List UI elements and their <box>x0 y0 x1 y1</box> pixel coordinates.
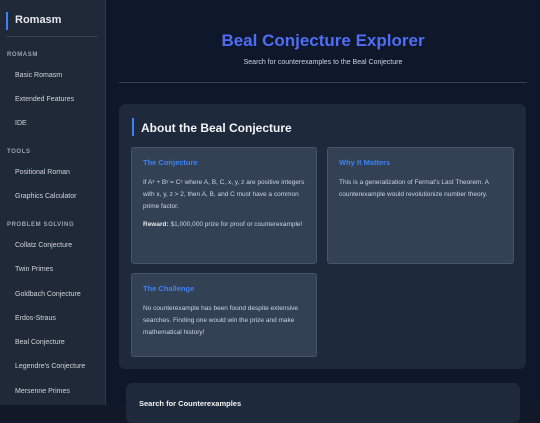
page-subtitle: Search for counterexamples to the Beal C… <box>243 59 403 66</box>
sidebar-item-extended-features[interactable]: Extended Features <box>15 96 74 103</box>
section-label-tools: TOOLS <box>7 149 31 155</box>
about-accent-bar <box>132 118 134 136</box>
why-card: Why It Matters This is a generalization … <box>327 147 514 264</box>
conjecture-title: The Conjecture <box>143 158 198 167</box>
sidebar-item-collatz[interactable]: Collatz Conjecture <box>15 242 72 249</box>
sidebar: Romasm ROMASM Basic Romasm Extended Feat… <box>0 0 106 405</box>
sidebar-item-ide[interactable]: IDE <box>15 120 27 127</box>
challenge-text: No counterexample has been found despite… <box>143 305 299 336</box>
sidebar-item-goldbach[interactable]: Goldbach Conjecture <box>15 291 81 298</box>
sidebar-item-erdos-straus[interactable]: Erdos-Straus <box>15 315 56 322</box>
reward-text: $1,000,000 prize for proof or counterexa… <box>168 221 303 228</box>
why-text: This is a generalization of Fermat's Las… <box>339 179 489 198</box>
sidebar-item-positional-roman[interactable]: Positional Roman <box>15 169 70 176</box>
sidebar-item-basic-romasm[interactable]: Basic Romasm <box>15 72 62 79</box>
conjecture-text: If Aˣ + Bʸ = Cᶻ where A, B, C, x, y, z a… <box>143 179 305 210</box>
sidebar-item-beal[interactable]: Beal Conjecture <box>15 339 65 346</box>
header-divider <box>119 82 527 83</box>
sidebar-brand[interactable]: Romasm <box>6 12 98 37</box>
sidebar-item-twin-primes[interactable]: Twin Primes <box>15 266 53 273</box>
sidebar-item-legendre[interactable]: Legendre's Conjecture <box>15 363 85 370</box>
search-title: Search for Counterexamples <box>139 399 242 408</box>
section-label-romasm: ROMASM <box>7 52 38 58</box>
reward-label: Reward: <box>143 221 169 228</box>
about-card: About the Beal Conjecture The Conjecture… <box>119 104 526 369</box>
why-title: Why It Matters <box>339 158 391 167</box>
conjecture-card: The Conjecture If Aˣ + Bʸ = Cᶻ where A, … <box>131 147 317 264</box>
about-title: About the Beal Conjecture <box>141 121 292 135</box>
page-title: Beal Conjecture Explorer <box>221 31 425 50</box>
challenge-title: The Challenge <box>143 284 195 293</box>
section-label-problem-solving: PROBLEM SOLVING <box>7 222 75 228</box>
search-card: Search for Counterexamples <box>126 383 520 423</box>
reward-line: Reward: $1,000,000 prize for proof or co… <box>143 219 305 231</box>
sidebar-item-mersenne[interactable]: Mersenne Primes <box>15 388 70 395</box>
challenge-card: The Challenge No counterexample has been… <box>131 273 317 357</box>
main-content: Beal Conjecture Explorer Search for coun… <box>106 0 540 423</box>
brand-accent-bar <box>6 12 8 30</box>
brand-title[interactable]: Romasm <box>15 14 61 26</box>
sidebar-item-graphics-calculator[interactable]: Graphics Calculator <box>15 193 76 200</box>
